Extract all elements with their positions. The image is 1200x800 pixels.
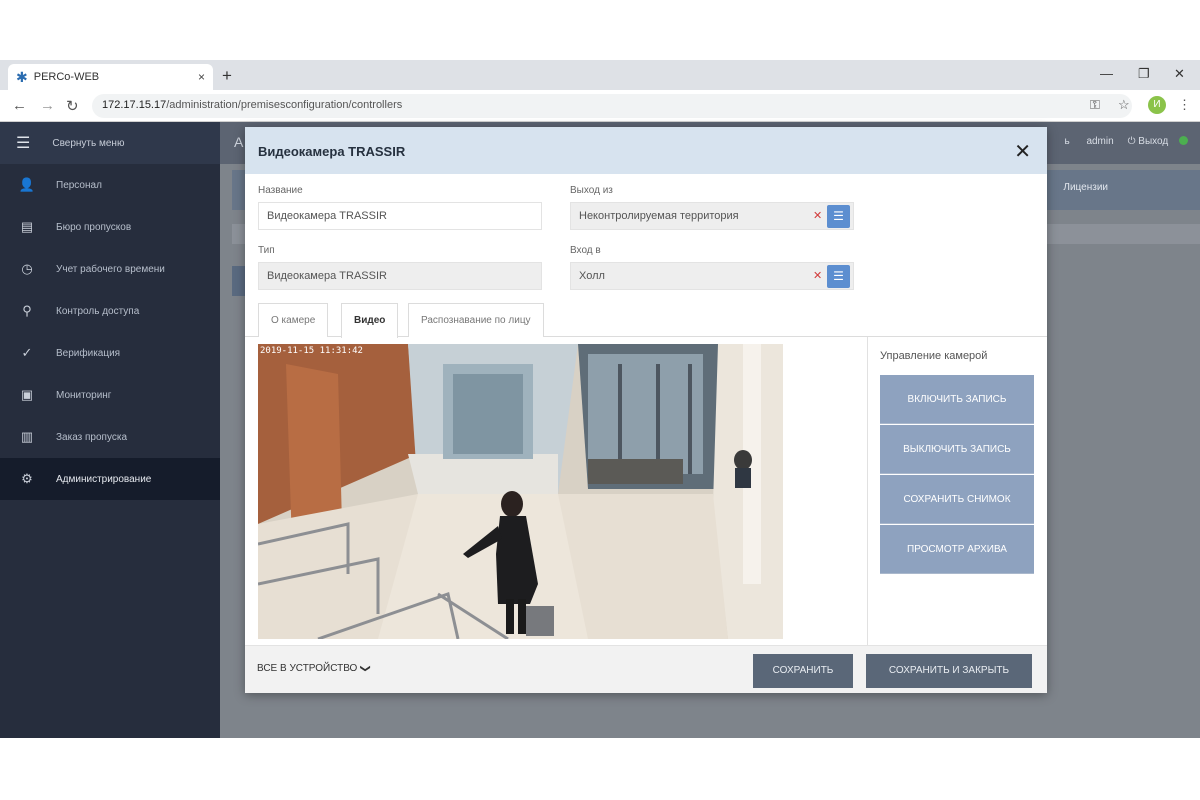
chevron-down-icon: ❯: [360, 664, 372, 673]
browser-tab[interactable]: ✱ PERCo-WEB ×: [8, 64, 213, 90]
licenses-link[interactable]: Лицензии: [1063, 182, 1108, 193]
stop-recording-button[interactable]: ВЫКЛЮЧИТЬ ЗАПИСЬ: [880, 425, 1034, 474]
tab-about-camera[interactable]: О камере: [258, 303, 329, 337]
entry-list-icon[interactable]: ☰: [827, 265, 850, 288]
gear-icon: ⚙: [21, 471, 33, 486]
forward-icon[interactable]: →: [40, 97, 55, 114]
dialog-title: Видеокамера TRASSIR: [258, 144, 406, 159]
save-snapshot-button[interactable]: СОХРАНИТЬ СНИМОК: [880, 475, 1034, 524]
clock-icon: ◷: [21, 261, 33, 276]
tab-face-recognition[interactable]: Распознавание по лицу: [408, 303, 544, 337]
pass-office-icon: ▤: [20, 219, 34, 234]
dialog-header: Видеокамера TRASSIR ✕: [245, 127, 1047, 174]
view-archive-button[interactable]: ПРОСМОТР АРХИВА: [880, 525, 1034, 574]
close-window-icon[interactable]: ✕: [1174, 66, 1185, 82]
perco-logo-icon: ✱: [16, 68, 28, 85]
name-label: Название: [258, 185, 303, 196]
clear-entry-icon[interactable]: ✕: [813, 269, 822, 282]
user-name[interactable]: admin: [1086, 136, 1113, 147]
sidebar-item-label: Персонал: [56, 179, 102, 191]
close-icon[interactable]: ✕: [1014, 139, 1031, 164]
type-label: Тип: [258, 245, 275, 256]
all-to-device-dropdown[interactable]: ВСЕ В УСТРОЙСТВО ❯: [257, 663, 372, 674]
key-icon: ⚲: [22, 303, 32, 318]
sidebar-item-label: Учет рабочего времени: [56, 263, 165, 275]
star-icon[interactable]: ☆: [1118, 97, 1130, 113]
help-link[interactable]: ь: [1065, 136, 1070, 147]
order-pass-icon: ▥: [20, 429, 34, 444]
url-path: /administration/premisesconfiguration/co…: [166, 99, 403, 111]
browser-tab-title: PERCo-WEB: [33, 71, 100, 83]
sidebar-item-order-pass[interactable]: ▥ Заказ пропуска: [0, 416, 220, 458]
sidebar: ☰ Свернуть меню 👤 Персонал ▤ Бюро пропус…: [0, 122, 220, 738]
url-field[interactable]: 172.17.15.17/administration/premisesconf…: [92, 94, 1132, 118]
minimize-icon[interactable]: —: [1100, 66, 1113, 81]
sidebar-item-label: Мониторинг: [56, 389, 112, 401]
reload-icon[interactable]: ↻: [66, 97, 79, 115]
url-host: 172.17.15.17: [102, 99, 167, 111]
collapse-menu-button[interactable]: ☰ Свернуть меню: [0, 122, 220, 164]
restore-icon[interactable]: ❐: [1138, 66, 1150, 82]
page-title: А: [234, 134, 244, 150]
sidebar-item-time-tracking[interactable]: ◷ Учет рабочего времени: [0, 248, 220, 290]
exit-list-icon[interactable]: ☰: [827, 205, 850, 228]
new-tab-icon[interactable]: +: [222, 66, 232, 86]
sidebar-item-label: Бюро пропусков: [56, 221, 132, 233]
key-icon[interactable]: ⚿: [1090, 97, 1100, 113]
dialog-tabs: О камере Видео Распознавание по лицу: [245, 303, 1047, 338]
screen: ✱ PERCo-WEB × + — ❐ ✕ ← → ↻ 172.17.15.17…: [0, 60, 1200, 738]
sidebar-item-access-control[interactable]: ⚲ Контроль доступа: [0, 290, 220, 332]
name-field[interactable]: Видеокамера TRASSIR: [258, 202, 542, 230]
sidebar-item-label: Администрирование: [56, 473, 152, 485]
type-field: Видеокамера TRASSIR: [258, 262, 542, 290]
verify-icon: ✓: [21, 345, 33, 360]
sidebar-item-label: Заказ пропуска: [56, 431, 128, 443]
entry-field[interactable]: Холл: [570, 262, 854, 290]
menu-dots-icon[interactable]: ⋮: [1178, 97, 1191, 113]
header-user-area: ь admin ⏻ Выход: [1065, 136, 1188, 147]
dialog-footer: ВСЕ В УСТРОЙСТВО ❯ СОХРАНИТЬ СОХРАНИТЬ И …: [245, 645, 1047, 693]
save-button[interactable]: СОХРАНИТЬ: [753, 654, 853, 688]
camera-video-feed: 2019-11-15 11:31:42: [258, 344, 783, 639]
sidebar-item-verification[interactable]: ✓ Верификация: [0, 332, 220, 374]
sidebar-item-pass-office[interactable]: ▤ Бюро пропусков: [0, 206, 220, 248]
collapse-menu-label: Свернуть меню: [52, 137, 125, 149]
start-recording-button[interactable]: ВКЛЮЧИТЬ ЗАПИСЬ: [880, 375, 1034, 424]
camera-dialog: Видеокамера TRASSIR ✕ Название Видеокаме…: [245, 127, 1047, 693]
status-indicator: [1179, 136, 1188, 145]
browser-addressbar: ← → ↻ 172.17.15.17/administration/premis…: [0, 90, 1200, 122]
sidebar-item-monitoring[interactable]: ▣ Мониторинг: [0, 374, 220, 416]
close-tab-icon[interactable]: ×: [198, 70, 205, 84]
person-icon: 👤: [18, 177, 36, 192]
camera-frame-image: [258, 344, 783, 639]
video-timestamp: 2019-11-15 11:31:42: [260, 346, 363, 356]
camera-control-title: Управление камерой: [880, 350, 988, 362]
tab-video[interactable]: Видео: [341, 303, 399, 338]
camera-control-panel: Управление камерой ВКЛЮЧИТЬ ЗАПИСЬ ВЫКЛЮ…: [867, 337, 1047, 645]
hamburger-icon: ☰: [16, 135, 31, 152]
sidebar-item-administration[interactable]: ⚙ Администрирование: [0, 458, 220, 500]
exit-field[interactable]: Неконтролируемая территория: [570, 202, 854, 230]
all-to-device-label: ВСЕ В УСТРОЙСТВО: [257, 663, 358, 674]
clear-exit-icon[interactable]: ✕: [813, 209, 822, 222]
sidebar-item-label: Контроль доступа: [56, 305, 140, 317]
sidebar-item-label: Верификация: [56, 347, 121, 359]
logout-link[interactable]: ⏻ Выход: [1128, 136, 1169, 147]
exit-label: Выход из: [570, 185, 613, 196]
entry-label: Вход в: [570, 245, 601, 256]
profile-avatar[interactable]: И: [1148, 96, 1166, 114]
browser-tabbar: ✱ PERCo-WEB × + — ❐ ✕: [0, 60, 1200, 90]
save-and-close-button[interactable]: СОХРАНИТЬ И ЗАКРЫТЬ: [866, 654, 1032, 688]
monitor-icon: ▣: [20, 387, 34, 402]
back-icon[interactable]: ←: [12, 97, 27, 114]
sidebar-item-personnel[interactable]: 👤 Персонал: [0, 164, 220, 206]
